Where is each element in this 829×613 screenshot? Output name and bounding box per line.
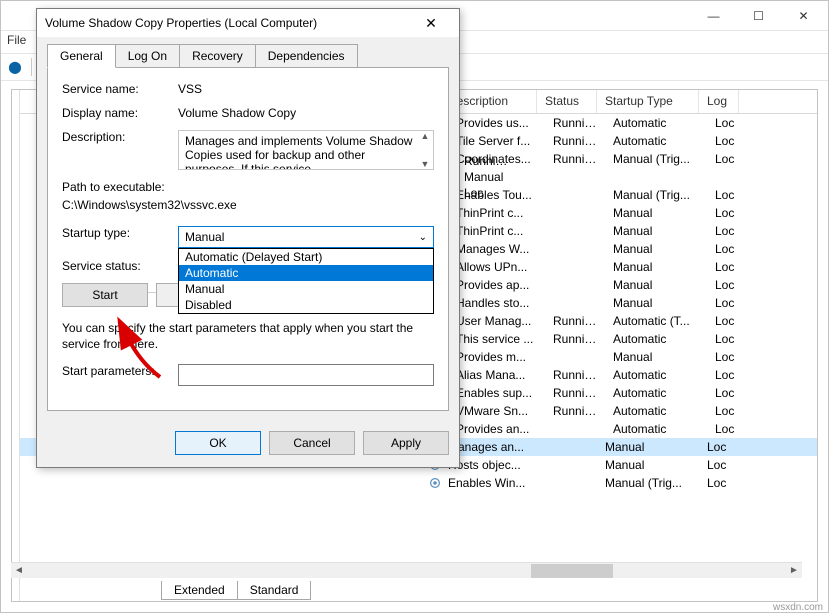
startup-type-select[interactable]: Manual ⌄ Automatic (Delayed Start)Automa… [178, 226, 434, 248]
startup-option[interactable]: Manual [179, 281, 433, 297]
view-tabs: Extended Standard [161, 581, 310, 600]
description-scrollbar[interactable]: ▲▼ [417, 131, 433, 169]
service-name-value: VSS [178, 82, 434, 96]
scroll-right-icon[interactable]: ► [786, 563, 802, 579]
tree-pane [12, 90, 20, 601]
service-name-label: Service name: [62, 82, 178, 96]
start-parameters-input[interactable] [178, 364, 434, 386]
menu-file[interactable]: File [7, 33, 26, 47]
startup-selected-value: Manual [185, 230, 224, 244]
apply-button[interactable]: Apply [363, 431, 449, 455]
maximize-button[interactable]: ☐ [736, 2, 781, 30]
service-status-label: Service status: [62, 259, 178, 273]
path-label: Path to executable: [62, 180, 434, 194]
dialog-tabs: General Log On Recovery Dependencies [47, 43, 449, 67]
chevron-down-icon: ⌄ [419, 232, 427, 243]
startup-type-label: Startup type: [62, 226, 178, 248]
dialog-titlebar: Volume Shadow Copy Properties (Local Com… [37, 9, 459, 37]
tab-logon[interactable]: Log On [115, 44, 180, 68]
back-icon[interactable]: ⬤ [5, 57, 25, 77]
description-text: Manages and implements Volume Shadow Cop… [185, 134, 412, 170]
startup-option[interactable]: Automatic (Delayed Start) [179, 249, 433, 265]
tab-recovery[interactable]: Recovery [179, 44, 256, 68]
startup-option[interactable]: Automatic [179, 265, 433, 281]
tab-standard[interactable]: Standard [237, 581, 312, 600]
tab-panel-general: Service name: VSS Display name: Volume S… [47, 67, 449, 411]
startup-select-box[interactable]: Manual ⌄ [178, 226, 434, 248]
start-parameters-label: Start parameters: [62, 364, 178, 386]
table-row[interactable]: WebClientEnables Win...Manual (Trig...Lo… [20, 474, 817, 492]
dialog-title: Volume Shadow Copy Properties (Local Com… [45, 16, 317, 30]
tab-general[interactable]: General [47, 44, 116, 68]
cancel-button[interactable]: Cancel [269, 431, 355, 455]
display-name-label: Display name: [62, 106, 178, 120]
col-logon[interactable]: Log [699, 90, 739, 113]
dialog-close-button[interactable]: ✕ [411, 11, 451, 35]
tab-extended[interactable]: Extended [161, 581, 238, 600]
description-label: Description: [62, 130, 178, 170]
col-startup[interactable]: Startup Type [597, 90, 699, 113]
dialog-buttons: OK Cancel Apply [37, 421, 459, 467]
watermark: wsxdn.com [773, 602, 823, 613]
tab-dependencies[interactable]: Dependencies [255, 44, 358, 68]
horizontal-scrollbar[interactable]: ◄ ► [11, 562, 802, 578]
startup-option[interactable]: Disabled [179, 297, 433, 313]
start-help-text: You can specify the start parameters tha… [62, 321, 434, 352]
properties-dialog: Volume Shadow Copy Properties (Local Com… [36, 8, 460, 468]
col-status[interactable]: Status [537, 90, 597, 113]
minimize-button[interactable]: — [691, 2, 736, 30]
path-value: C:\Windows\system32\vssvc.exe [62, 198, 434, 212]
close-button[interactable]: ✕ [781, 2, 826, 30]
startup-option-list[interactable]: Automatic (Delayed Start)AutomaticManual… [178, 248, 434, 314]
description-box: Manages and implements Volume Shadow Cop… [178, 130, 434, 170]
start-button[interactable]: Start [62, 283, 148, 307]
scroll-left-icon[interactable]: ◄ [11, 563, 27, 579]
display-name-value: Volume Shadow Copy [178, 106, 434, 120]
scroll-thumb[interactable] [531, 564, 613, 578]
gear-icon [428, 476, 440, 490]
ok-button[interactable]: OK [175, 431, 261, 455]
